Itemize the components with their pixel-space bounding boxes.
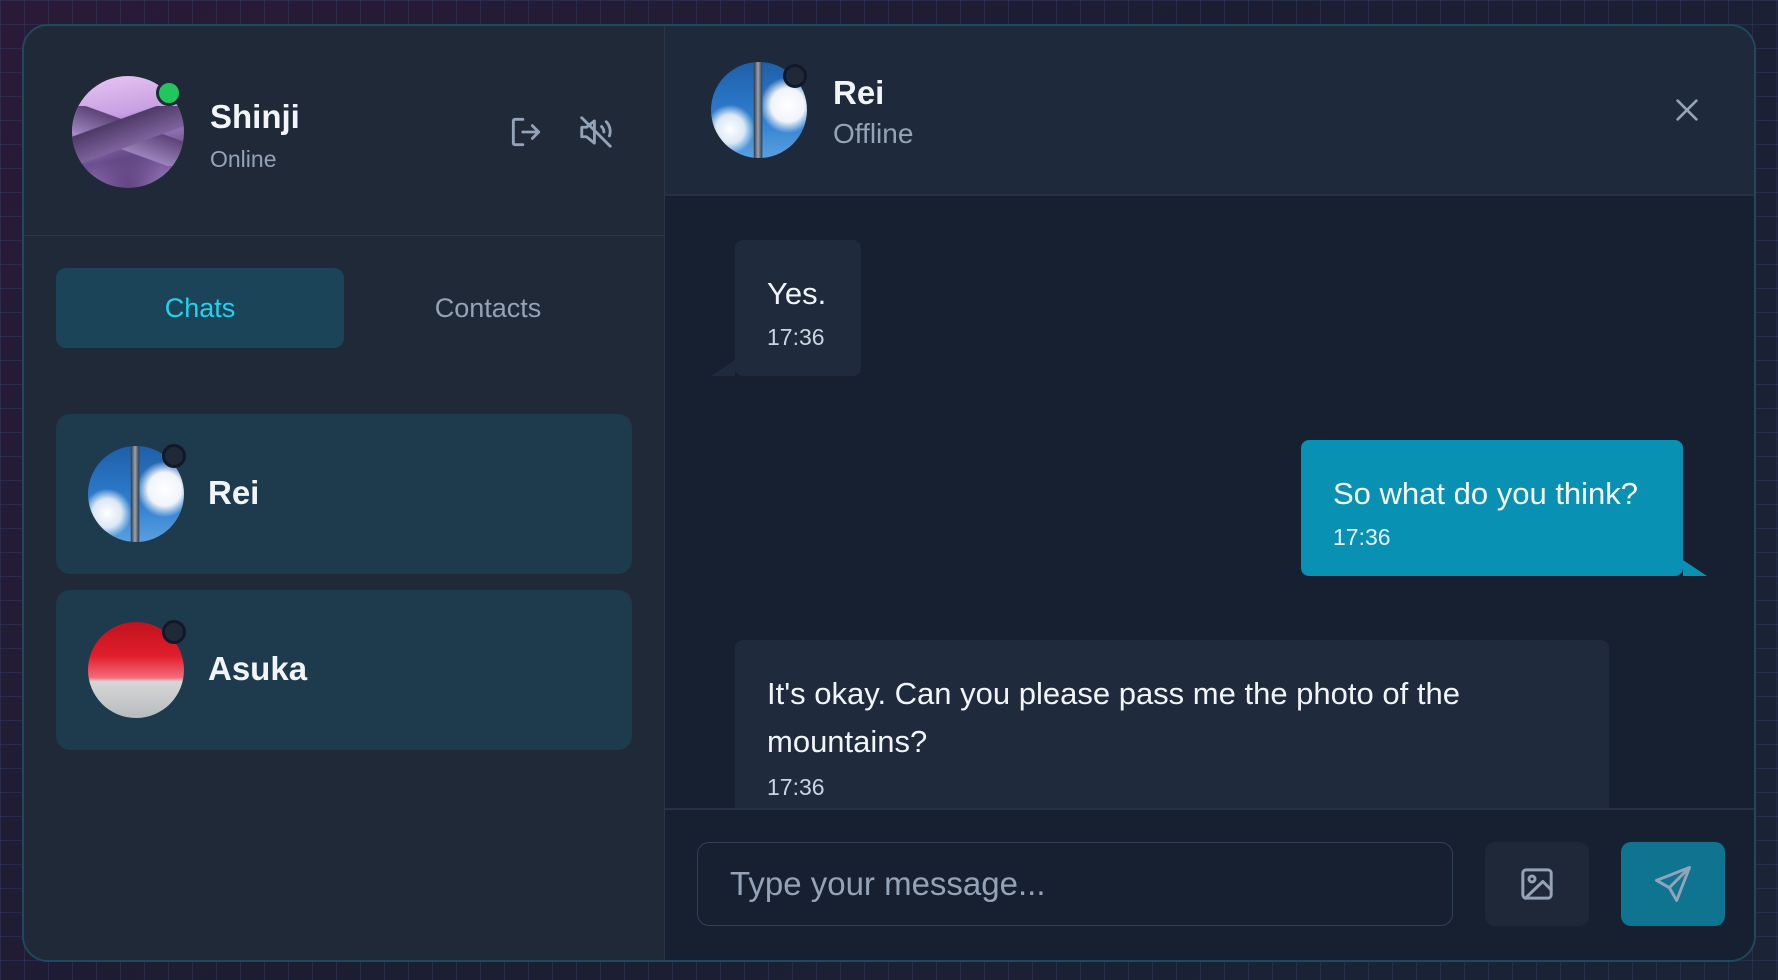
message-time: 17:36: [767, 324, 825, 350]
send-icon: [1655, 866, 1691, 902]
offline-status-dot: [783, 64, 807, 88]
offline-status-dot: [162, 444, 186, 468]
speaker-muted-icon: [580, 116, 612, 148]
chat-app-window: Shinji Online Chats Contacts Rei Asuka R…: [22, 24, 1756, 962]
close-icon: [1676, 99, 1698, 121]
message-list: Yes. 17:36 So what do you think? 17:36 I…: [665, 196, 1754, 824]
contact-name: Rei: [833, 74, 885, 111]
outgoing-message: So what do you think? 17:36: [1301, 440, 1707, 576]
logout-button[interactable]: [504, 110, 548, 154]
message-text: Yes.: [767, 276, 827, 311]
image-icon: [1521, 868, 1553, 900]
logout-icon: [511, 117, 541, 147]
conversation-panel: Rei Offline Yes. 17:36 So what do you th…: [664, 26, 1754, 960]
mute-button[interactable]: [574, 110, 618, 154]
chat-list: Rei Asuka: [56, 414, 632, 766]
chat-item-name: Rei: [208, 474, 260, 511]
incoming-message: Yes. 17:36: [711, 240, 861, 376]
send-button[interactable]: [1621, 842, 1725, 926]
chat-item-name: Asuka: [208, 650, 308, 687]
online-status-dot: [156, 80, 182, 106]
user-name: Shinji: [210, 98, 300, 135]
offline-status-dot: [162, 620, 186, 644]
user-status: Online: [210, 146, 277, 172]
message-time: 17:36: [767, 774, 825, 800]
message-text: So what do you think?: [1333, 476, 1639, 511]
chat-list-item-asuka[interactable]: Asuka: [56, 590, 632, 750]
message-time: 17:36: [1333, 524, 1391, 550]
message-composer: [665, 808, 1754, 960]
sidebar: Shinji Online Chats Contacts Rei Asuka: [24, 26, 664, 960]
user-profile-header: Shinji Online: [24, 26, 664, 236]
close-conversation-button[interactable]: [1665, 88, 1709, 132]
chat-list-item-rei[interactable]: Rei: [56, 414, 632, 574]
tab-chats[interactable]: Chats: [56, 268, 344, 348]
incoming-message: It's okay. Can you please pass me the ph…: [711, 640, 1609, 824]
message-text: It's okay. Can you please pass me the ph…: [767, 676, 1460, 759]
attach-image-button[interactable]: [1485, 842, 1589, 926]
contact-status: Offline: [833, 118, 914, 149]
sidebar-tabs: Chats Contacts: [56, 268, 632, 348]
message-input[interactable]: [697, 842, 1453, 926]
conversation-header: Rei Offline: [665, 26, 1754, 196]
tab-contacts[interactable]: Contacts: [344, 268, 632, 348]
